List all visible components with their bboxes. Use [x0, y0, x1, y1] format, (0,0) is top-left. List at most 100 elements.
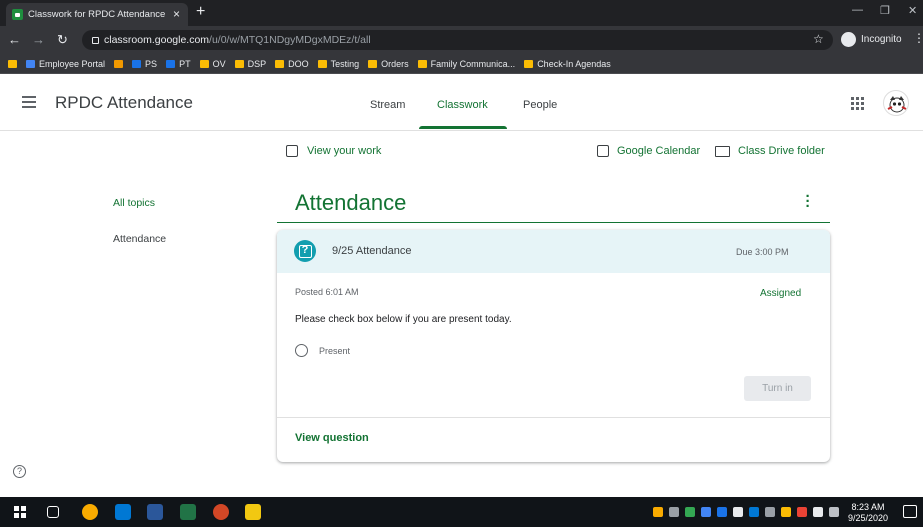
bookmarks-bar: Employee Portal PS PT OV DSP DOO Testing Orders…	[0, 54, 923, 74]
browser-menu-icon[interactable]: ⋮	[913, 31, 923, 45]
sidebar-item-attendance[interactable]: Attendance	[113, 233, 166, 245]
due-time: Due 3:00 PM	[736, 247, 789, 257]
sidebar-item-all-topics[interactable]: All topics	[113, 197, 155, 209]
reload-icon[interactable]: ↻	[57, 32, 68, 48]
calendar-icon	[597, 145, 609, 157]
google-calendar-link[interactable]: Google Calendar	[597, 145, 700, 157]
task-view-icon[interactable]	[47, 506, 59, 518]
class-drive-folder-link[interactable]: Class Drive folder	[715, 145, 825, 157]
mail-icon[interactable]	[733, 507, 743, 517]
bookmark-label: Check-In Agendas	[537, 58, 611, 69]
tab-people[interactable]: People	[523, 99, 557, 111]
excel-app-icon[interactable]	[180, 504, 196, 520]
assignment-title[interactable]: 9/25 Attendance	[332, 245, 412, 257]
help-icon[interactable]: ?	[13, 465, 26, 478]
window-close-icon[interactable]: ✕	[908, 4, 917, 17]
class-title[interactable]: RPDC Attendance	[55, 93, 193, 113]
notifications-icon[interactable]	[903, 505, 917, 518]
tab-stream[interactable]: Stream	[370, 99, 405, 111]
bookmark-item[interactable]: OV	[199, 59, 226, 69]
tray-app-icon[interactable]	[717, 507, 727, 517]
assignment-card: 9/25 Attendance Due 3:00 PM Posted 6:01 …	[277, 230, 830, 462]
bookmark-item[interactable]: Orders	[368, 59, 409, 69]
bookmark-item[interactable]: PT	[166, 59, 191, 69]
view-your-work-link[interactable]: View your work	[286, 145, 381, 157]
assignment-card-header[interactable]: 9/25 Attendance Due 3:00 PM	[277, 230, 830, 273]
file-explorer-icon[interactable]	[245, 504, 261, 520]
tab-title: Classwork for RPDC Attendance	[28, 9, 166, 20]
bookmark-item[interactable]: PS	[132, 59, 157, 69]
outlook-app-icon[interactable]	[115, 504, 131, 520]
bookmark-folder-icon	[166, 59, 176, 68]
posted-time: Posted 6:01 AM	[295, 287, 359, 297]
assignment-instructions: Please check box below if you are presen…	[295, 314, 512, 325]
bookmark-item[interactable]	[8, 59, 17, 68]
bookmark-item[interactable]	[114, 59, 124, 68]
bookmark-label: Orders	[381, 58, 409, 69]
bookmark-folder-icon	[26, 59, 35, 68]
topic-title: Attendance	[295, 190, 407, 215]
bluetooth-icon[interactable]	[701, 507, 711, 517]
tray-app-icon[interactable]	[749, 507, 759, 517]
bookmark-item[interactable]: Employee Portal	[26, 59, 105, 69]
tray-app-icon[interactable]	[797, 507, 807, 517]
view-question-link[interactable]: View question	[295, 432, 369, 444]
tab-close-icon[interactable]: ×	[173, 7, 180, 21]
turn-in-button[interactable]: Turn in	[744, 376, 811, 401]
bookmark-label: Employee Portal	[39, 58, 106, 69]
bookmark-folder-icon	[368, 59, 378, 68]
main-menu-icon[interactable]	[22, 96, 36, 108]
present-label[interactable]: Present	[319, 346, 350, 356]
chrome-app-icon[interactable]	[82, 504, 98, 520]
incognito-indicator[interactable]: Incognito	[841, 30, 902, 48]
tray-app-icon[interactable]	[781, 507, 791, 517]
bookmark-folder-icon	[8, 59, 17, 68]
minimize-icon[interactable]: —	[852, 4, 863, 16]
google-apps-icon[interactable]	[851, 97, 864, 110]
account-avatar[interactable]	[883, 90, 909, 116]
incognito-label: Incognito	[861, 33, 902, 45]
browser-tab-strip: Classwork for RPDC Attendance × + — ❐ ✕	[0, 0, 923, 26]
bookmark-folder-icon	[234, 59, 244, 68]
new-tab-icon[interactable]: +	[196, 3, 205, 21]
bookmark-label: DSP	[247, 58, 267, 69]
bookmark-folder-icon	[132, 59, 142, 68]
active-tab-indicator	[419, 126, 507, 129]
bookmark-star-icon[interactable]: ☆	[813, 32, 824, 46]
bookmark-item[interactable]: DSP	[234, 58, 267, 69]
card-divider	[277, 417, 830, 418]
windows-start-icon[interactable]	[14, 506, 26, 518]
bookmark-label: PS	[145, 58, 158, 69]
present-radio[interactable]	[295, 344, 308, 357]
bookmark-label: Testing	[330, 58, 360, 69]
browser-tab[interactable]: Classwork for RPDC Attendance ×	[6, 3, 188, 26]
bookmark-folder-icon	[417, 59, 427, 68]
address-bar[interactable]: classroom.google.com /u/0/w/MTQ1NDgyMDgx…	[82, 30, 833, 50]
tray-app-icon[interactable]	[685, 507, 695, 517]
person-badge-icon	[286, 145, 298, 157]
bookmark-label: DOO	[288, 58, 309, 69]
bookmark-item[interactable]: DOO	[275, 59, 309, 69]
tray-app-icon[interactable]	[669, 507, 679, 517]
taskbar-clock[interactable]: 8:23 AM 9/25/2020	[848, 502, 888, 524]
bookmark-item[interactable]: Testing	[317, 58, 360, 69]
bookmark-folder-icon	[199, 59, 209, 68]
clock-date: 9/25/2020	[848, 513, 889, 523]
volume-icon[interactable]	[829, 507, 839, 517]
classroom-header: RPDC Attendance Stream Classwork People	[0, 75, 923, 131]
forward-arrow-icon[interactable]: →	[32, 32, 45, 47]
tray-app-icon[interactable]	[653, 507, 663, 517]
tab-classwork[interactable]: Classwork	[437, 99, 488, 111]
back-arrow-icon[interactable]: ←	[8, 32, 21, 47]
folder-icon	[715, 145, 730, 157]
tray-app-icon[interactable]	[765, 507, 775, 517]
url-host: classroom.google.com	[104, 34, 210, 46]
restore-icon[interactable]: ❐	[880, 4, 890, 17]
incognito-icon	[841, 31, 856, 47]
powerpoint-app-icon[interactable]	[213, 504, 229, 520]
bookmark-item[interactable]: Check-In Agendas	[524, 59, 611, 69]
bookmark-item[interactable]: Family Communica...	[417, 59, 515, 69]
word-app-icon[interactable]	[147, 504, 163, 520]
battery-icon[interactable]	[813, 507, 823, 517]
topic-options-icon[interactable]: · · ·	[803, 189, 813, 214]
